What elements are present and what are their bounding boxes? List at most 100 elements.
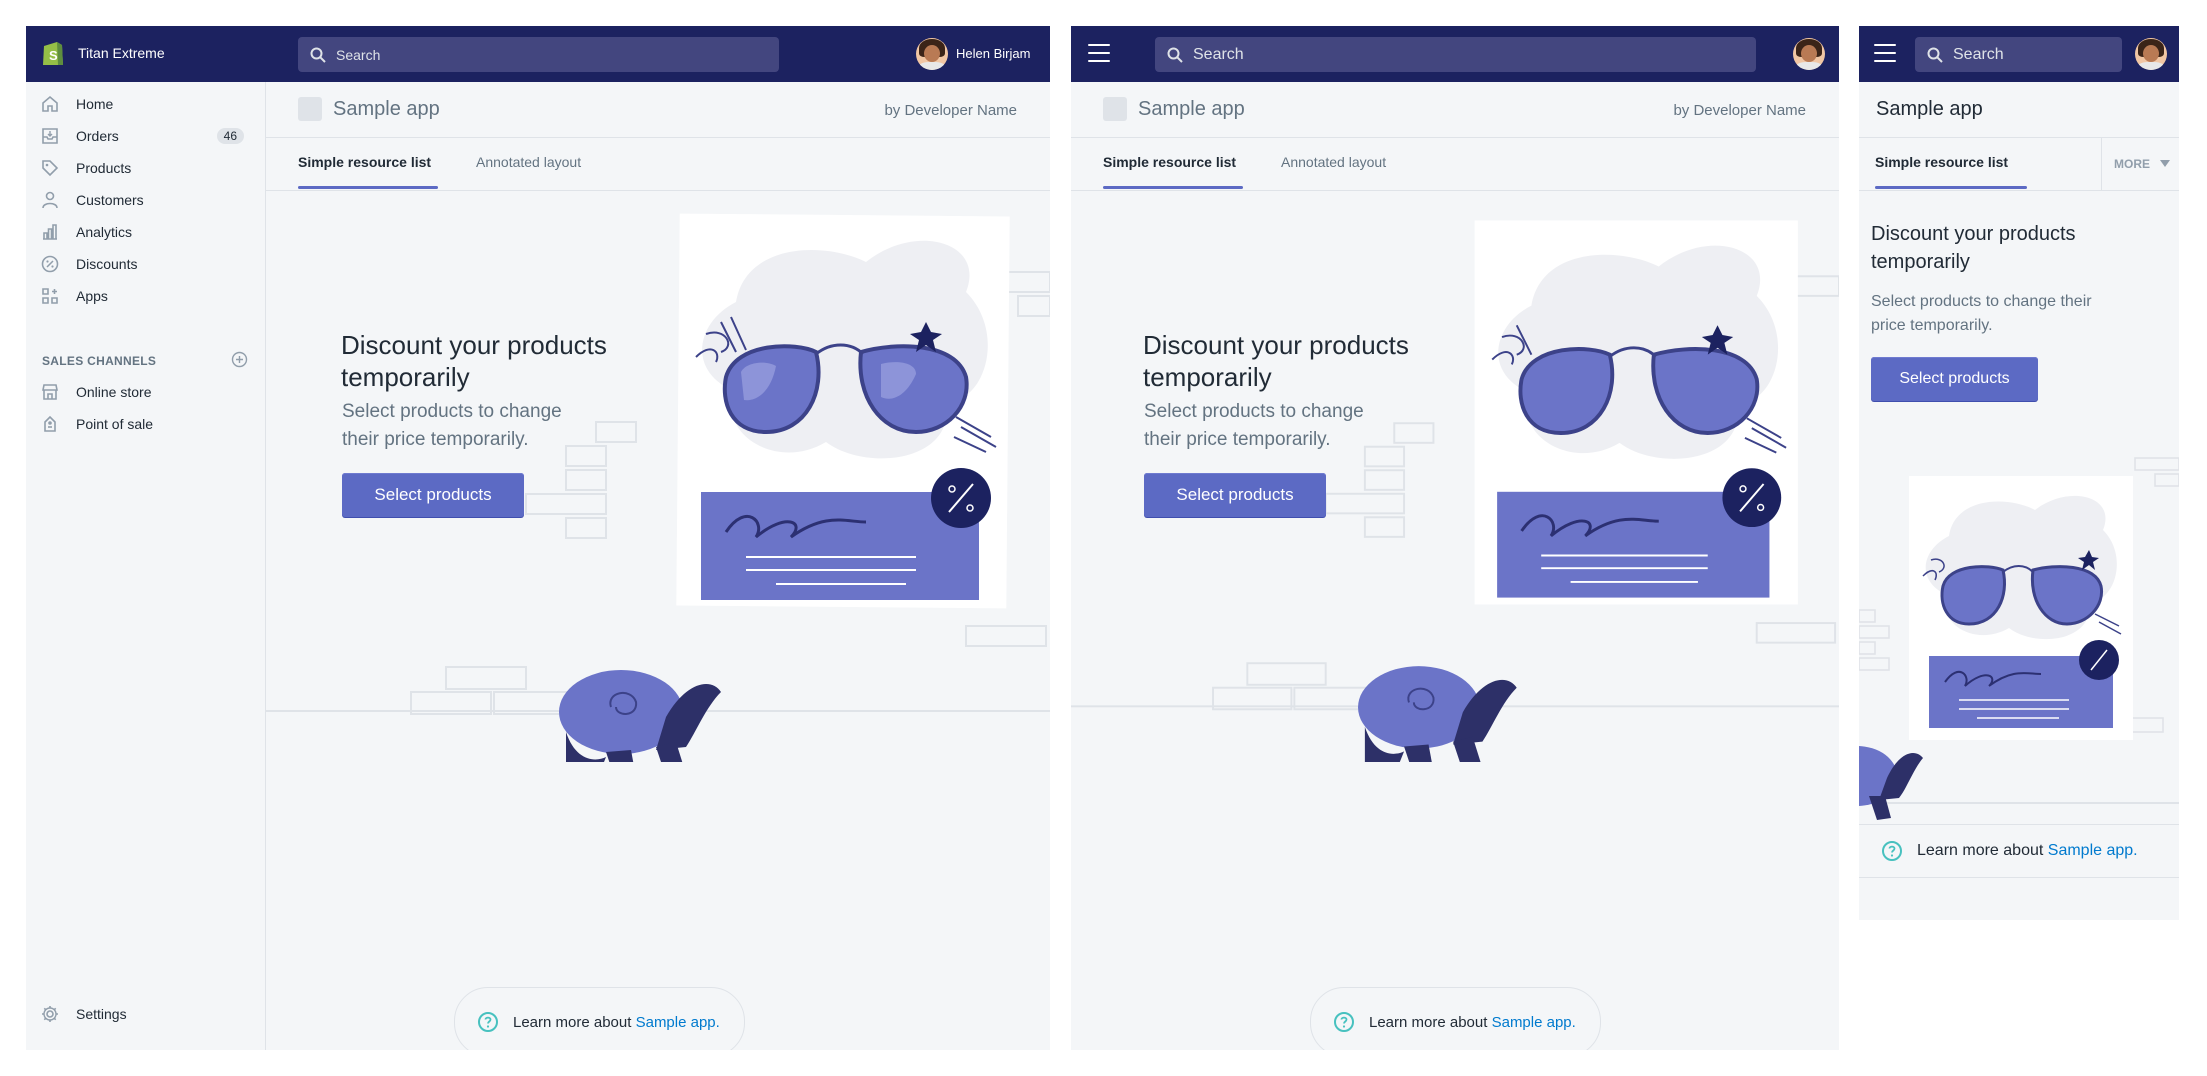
sidebar-item-customers[interactable]: Customers [40,186,250,214]
user-name[interactable]: Helen Birjam [956,46,1030,61]
more-tabs-button[interactable]: MORE [2101,138,2179,190]
top-bar: Search [1071,26,1839,82]
tab-bar: Simple resource list MORE [1859,138,2179,191]
app-header: Sample app by Developer Name [266,82,1050,138]
tab-annotated-layout[interactable]: Annotated layout [1281,154,1386,170]
menu-icon[interactable] [1874,44,1896,68]
empty-state-description: Select products to change their price tem… [1144,401,1364,450]
orders-count-badge: 46 [216,128,244,144]
tag-icon [40,158,60,178]
select-products-button[interactable]: Select products [342,473,524,517]
tab-bar: Simple resource list Annotated layout [266,138,1050,191]
empty-state-heading: Discount your products temporarily [341,330,607,392]
sidebar-item-online-store[interactable]: Online store [40,378,250,406]
empty-state-description: Select products to change their price tem… [1871,293,2092,334]
app-header: Sample app by Developer Name [1071,82,1839,138]
plus-circle-icon [231,351,248,368]
app-header: Sample app [1859,82,2179,138]
sidebar-item-label: Online store [76,384,152,400]
avatar[interactable] [916,38,948,70]
sidebar-item-point-of-sale[interactable]: Point of sale [40,410,250,438]
footer-text: Learn more about [513,1013,632,1031]
sidebar-item-home[interactable]: Home [40,90,250,118]
sidebar-item-label: Discounts [76,256,138,272]
search-input[interactable]: Search [298,37,779,72]
more-label: MORE [2114,157,2150,171]
shopify-logo-icon[interactable]: S [41,39,65,67]
menu-icon[interactable] [1088,44,1110,68]
help-circle-icon [1882,841,1902,861]
footer-link[interactable]: Sample app. [636,1014,720,1031]
home-icon [40,94,60,114]
top-bar: S Titan Extreme Search Helen Birjam [26,26,1050,82]
sales-channels-heading: SALES CHANNELS [42,354,157,368]
orders-icon [40,126,60,146]
app-title: Sample app [333,98,440,120]
mobile-frame: Search Sample app Simple resource list M… [1859,26,2179,920]
footer-text: Learn more about [1369,1013,1488,1031]
sidebar-item-label: Apps [76,288,108,304]
sidebar-item-discounts[interactable]: Discounts [40,250,250,278]
gear-icon [40,1004,60,1024]
empty-state-heading: Discount your products temporarily [1143,330,1409,392]
footer-help: Learn more about Sample app. [454,987,745,1050]
footer-text: Learn more about [1917,842,2044,859]
search-input[interactable]: Search [1155,37,1756,72]
add-channel-button[interactable] [231,351,248,373]
tab-simple-resource-list[interactable]: Simple resource list [298,154,431,170]
footer-help: Learn more about Sample app. [1859,824,2179,878]
help-circle-icon [1334,1012,1354,1032]
sidebar-item-label: Analytics [76,224,133,240]
tab-annotated-layout[interactable]: Annotated layout [476,154,581,170]
svg-text:S: S [49,48,58,63]
sidebar-item-orders[interactable]: Orders 46 [40,122,250,150]
help-circle-icon [478,1012,498,1032]
app-title: Sample app [1876,98,1983,120]
empty-state-illustration [1859,457,2179,820]
main-content: Sample app by Developer Name Simple reso… [266,82,1050,1050]
search-input[interactable]: Search [1915,37,2122,72]
app-icon [1103,97,1127,121]
sidebar: Home Orders 46 Products Customers Analyt… [26,82,266,1050]
sidebar-item-settings[interactable]: Settings [40,1000,250,1028]
tablet-frame: Search Sample app by Developer Name Simp… [1071,26,1839,1050]
footer-link[interactable]: Sample app. [1492,1014,1576,1031]
sidebar-item-label: Customers [76,192,144,208]
empty-state-heading: Discount your products temporarily [1871,223,2076,273]
search-placeholder: Search [1193,45,1244,63]
active-tab-indicator [298,186,438,189]
active-tab-indicator [1103,186,1243,189]
select-products-button[interactable]: Select products [1144,473,1326,517]
sidebar-item-apps[interactable]: Apps [40,282,250,310]
developer-name: by Developer Name [1673,102,1806,119]
desktop-frame: S Titan Extreme Search Helen Birjam Home… [26,26,1050,1050]
active-tab-indicator [1875,186,2027,189]
tab-simple-resource-list[interactable]: Simple resource list [1875,154,2008,170]
search-icon [1927,47,1943,63]
select-products-button[interactable]: Select products [1871,357,2038,401]
tab-simple-resource-list[interactable]: Simple resource list [1103,154,1236,170]
sidebar-item-label: Orders [76,128,119,144]
bar-chart-icon [40,222,60,242]
footer-help: Learn more about Sample app. [1310,987,1601,1050]
apps-icon [40,286,60,306]
app-title: Sample app [1138,98,1245,120]
sidebar-item-products[interactable]: Products [40,154,250,182]
store-icon [40,382,60,402]
sidebar-item-label: Home [76,96,114,112]
footer-link[interactable]: Sample app. [2048,842,2138,860]
search-icon [310,47,326,63]
person-icon [40,190,60,210]
developer-name: by Developer Name [884,102,1017,119]
sidebar-item-label: Products [76,160,132,176]
search-placeholder: Search [336,46,381,63]
avatar[interactable] [2135,38,2167,70]
sidebar-item-analytics[interactable]: Analytics [40,218,250,246]
app-icon [298,97,322,121]
empty-state-description: Select products to change their price tem… [342,401,562,450]
search-icon [1167,47,1183,63]
pos-icon [40,414,60,434]
store-name[interactable]: Titan Extreme [78,45,165,61]
discount-icon [40,254,60,274]
avatar[interactable] [1793,38,1825,70]
